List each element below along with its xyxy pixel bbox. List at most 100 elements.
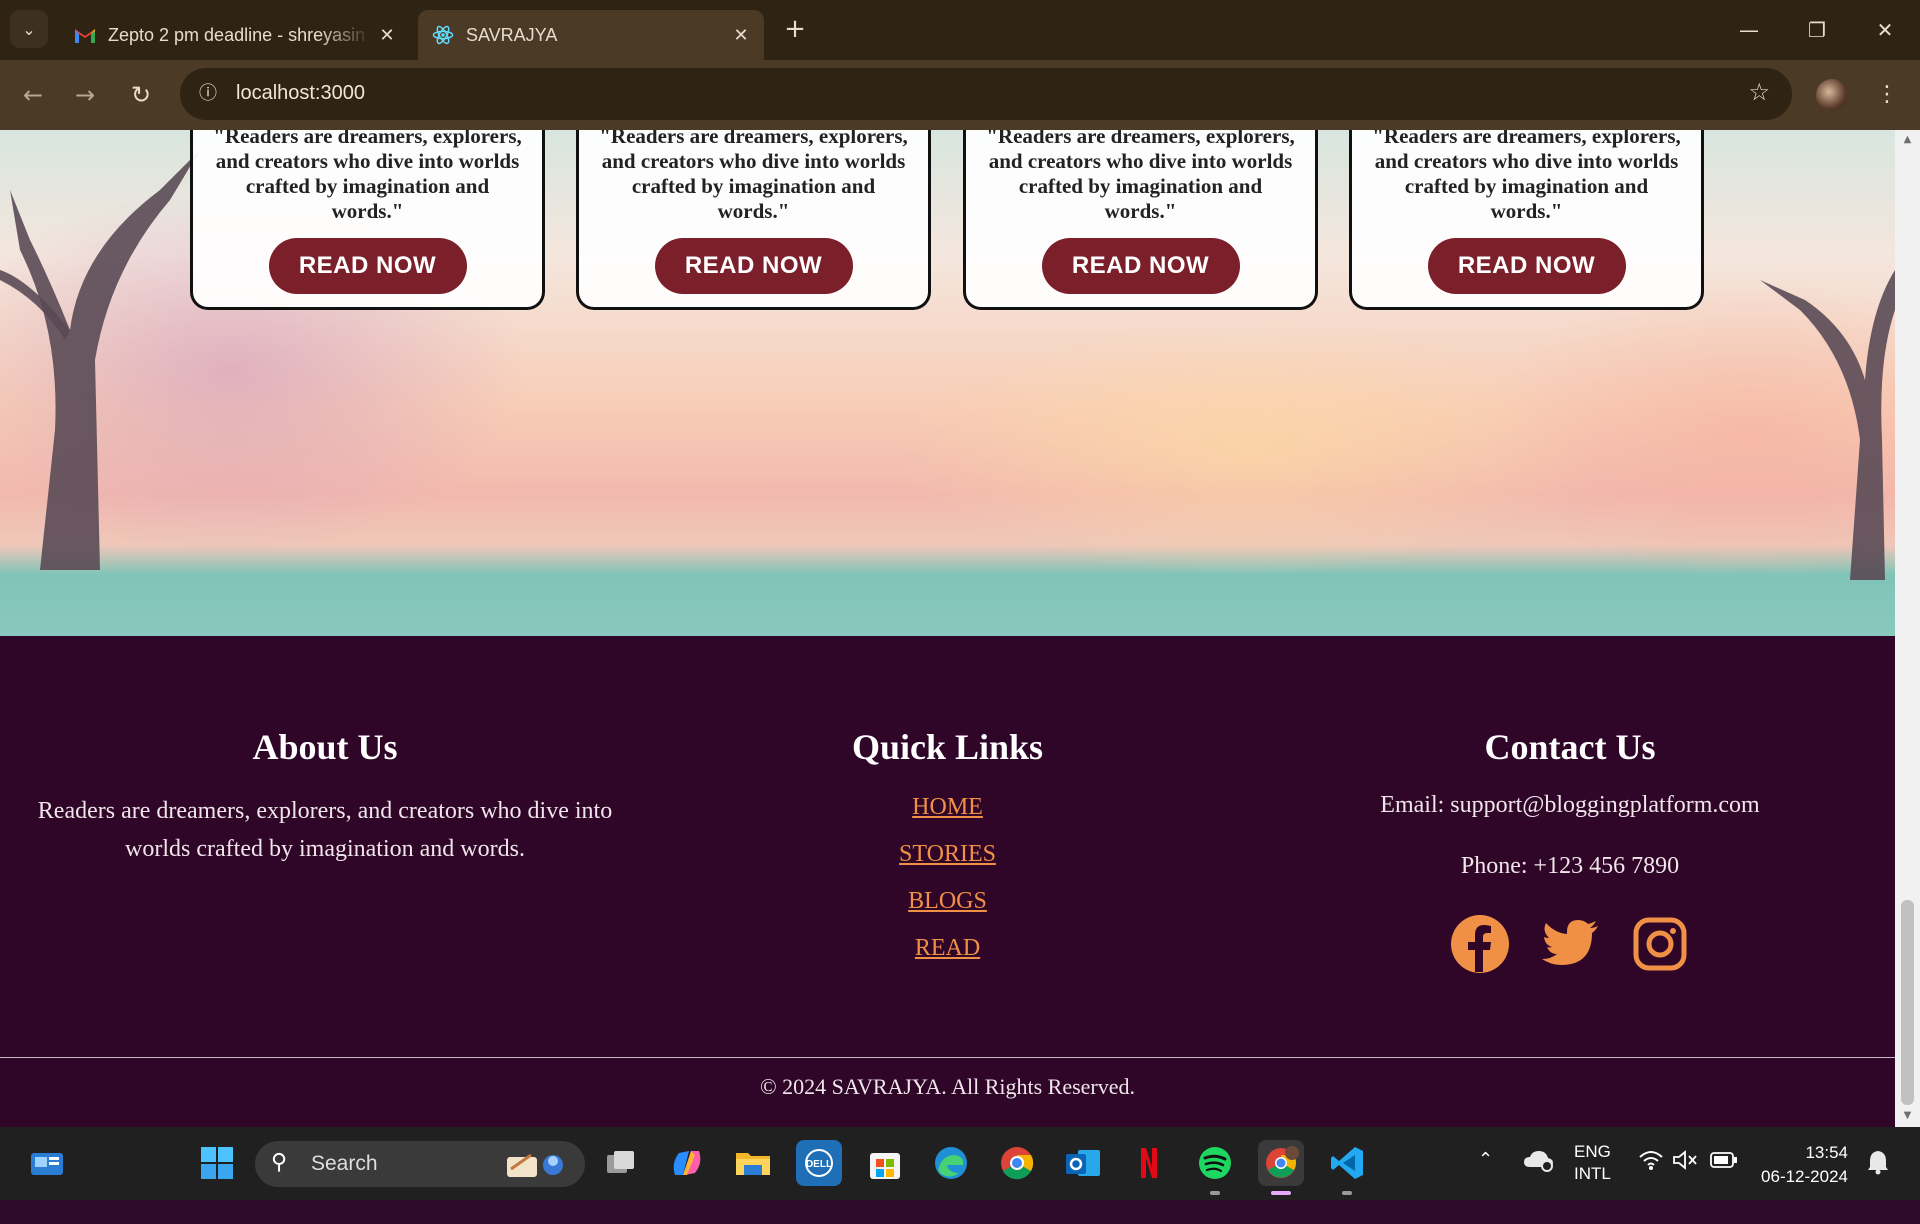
- hero-background: "Readers are dreamers, explorers, and cr…: [0, 130, 1895, 636]
- social-links: [1270, 914, 1870, 974]
- link-read[interactable]: READ: [650, 935, 1245, 962]
- tree-right-illustration: [1760, 270, 1895, 580]
- card-quote: "Readers are dreamers, explorers, and cr…: [599, 130, 908, 223]
- story-card: "Readers are dreamers, explorers, and cr…: [963, 130, 1318, 310]
- chevron-down-icon: ⌄: [22, 19, 36, 39]
- link-stories[interactable]: STORIES: [650, 841, 1245, 868]
- new-tab-button[interactable]: +: [780, 14, 810, 44]
- minimize-button[interactable]: —: [1724, 12, 1774, 48]
- edge-icon[interactable]: [928, 1140, 974, 1186]
- close-icon[interactable]: ✕: [372, 25, 402, 46]
- star-icon[interactable]: ☆: [1748, 78, 1770, 106]
- tab-title: SAVRAJYA: [466, 24, 558, 45]
- battery-icon[interactable]: [1710, 1151, 1738, 1224]
- keyboard-layout: INTL: [1574, 1164, 1611, 1183]
- quick-links-section: Quick Links HOME STORIES BLOGS READ: [650, 726, 1245, 962]
- info-icon[interactable]: ⓘ: [194, 80, 222, 108]
- windows-taskbar: ⚲ Search DELL ⌃ ENG INTL 13:54 06-12-202…: [0, 1127, 1920, 1200]
- instagram-icon[interactable]: [1630, 914, 1690, 974]
- svg-text:DELL: DELL: [806, 1159, 832, 1170]
- tab-title: Zepto 2 pm deadline - shreyasin: [108, 24, 366, 45]
- restore-button[interactable]: ❐: [1792, 12, 1842, 48]
- wifi-icon[interactable]: [1638, 1149, 1664, 1222]
- profile-avatar[interactable]: [1816, 79, 1848, 111]
- taskbar-search[interactable]: ⚲ Search: [255, 1141, 585, 1187]
- outlook-news-icon[interactable]: [24, 1140, 70, 1186]
- chrome-profile-icon[interactable]: [1258, 1140, 1304, 1186]
- address-bar[interactable]: ⓘ localhost:3000 ☆: [180, 68, 1792, 120]
- search-highlight-icon: [501, 1147, 571, 1181]
- file-explorer-icon[interactable]: [730, 1140, 776, 1186]
- arrow-right-icon[interactable]: →: [66, 76, 104, 114]
- running-indicator: [1342, 1191, 1352, 1195]
- url-text[interactable]: localhost:3000: [236, 82, 365, 105]
- card-quote: "Readers are dreamers, explorers, and cr…: [986, 130, 1295, 223]
- contact-section: Contact Us Email: support@bloggingplatfo…: [1270, 726, 1870, 974]
- contact-title: Contact Us: [1484, 727, 1656, 767]
- search-icon: ⚲: [271, 1150, 288, 1175]
- card-quote: "Readers are dreamers, explorers, and cr…: [213, 130, 522, 223]
- read-now-button[interactable]: READ NOW: [268, 238, 467, 294]
- tab-search-button[interactable]: ⌄: [10, 10, 48, 48]
- browser-toolbar: ← → ↻ ⓘ localhost:3000 ☆ ⋮: [0, 60, 1920, 130]
- about-text: Readers are dreamers, explorers, and cre…: [37, 798, 613, 862]
- outlook-icon[interactable]: [1060, 1140, 1106, 1186]
- netflix-icon[interactable]: [1126, 1140, 1172, 1186]
- tab-savrajya[interactable]: SAVRAJYA ✕: [418, 10, 764, 60]
- read-now-button[interactable]: READ NOW: [654, 238, 853, 294]
- tab-strip: ⌄ Zepto 2 pm deadline - shreyasin ✕ SAVR…: [0, 0, 1920, 60]
- contact-phone: Phone: +123 456 7890: [1460, 853, 1680, 879]
- scrollbar-thumb[interactable]: [1901, 900, 1914, 1105]
- reload-icon[interactable]: ↻: [122, 76, 160, 114]
- copilot-icon[interactable]: [664, 1140, 710, 1186]
- running-indicator: [1210, 1191, 1220, 1195]
- contact-email: Email: support@bloggingplatform.com: [1380, 792, 1760, 818]
- copyright-text: © 2024 SAVRAJYA. All Rights Reserved.: [759, 1074, 1136, 1099]
- chrome-icon[interactable]: [994, 1140, 1040, 1186]
- arrow-left-icon[interactable]: ←: [14, 76, 52, 114]
- story-card: "Readers are dreamers, explorers, and cr…: [1349, 130, 1704, 310]
- card-quote: "Readers are dreamers, explorers, and cr…: [1372, 130, 1681, 223]
- clock-date: 06-12-2024: [1761, 1167, 1848, 1186]
- scroll-up-arrow[interactable]: ▲: [1895, 134, 1920, 145]
- read-now-button[interactable]: READ NOW: [1427, 238, 1626, 294]
- task-view-icon[interactable]: [598, 1140, 644, 1186]
- about-title: About Us: [252, 727, 398, 767]
- footer-divider: [0, 1057, 1895, 1058]
- link-blogs[interactable]: BLOGS: [650, 888, 1245, 915]
- page-viewport: "Readers are dreamers, explorers, and cr…: [0, 130, 1895, 1127]
- language-code: ENG: [1574, 1142, 1611, 1161]
- quick-links-title: Quick Links: [851, 727, 1044, 767]
- volume-muted-icon[interactable]: [1672, 1149, 1698, 1222]
- kebab-icon[interactable]: ⋮: [1872, 78, 1902, 112]
- link-home[interactable]: HOME: [650, 794, 1245, 821]
- tab-gmail[interactable]: Zepto 2 pm deadline - shreyasin ✕: [60, 10, 410, 60]
- notification-bell-icon[interactable]: [1866, 1149, 1890, 1222]
- vscode-icon[interactable]: [1324, 1140, 1370, 1186]
- read-now-button[interactable]: READ NOW: [1041, 238, 1240, 294]
- scroll-down-arrow[interactable]: ▼: [1895, 1110, 1920, 1121]
- site-footer: About Us Readers are dreamers, explorers…: [0, 636, 1895, 1127]
- active-indicator: [1271, 1191, 1291, 1195]
- language-indicator[interactable]: ENG INTL: [1574, 1141, 1611, 1214]
- close-icon[interactable]: ✕: [726, 25, 756, 46]
- about-section: About Us Readers are dreamers, explorers…: [20, 726, 630, 868]
- spotify-icon[interactable]: [1192, 1140, 1238, 1186]
- facebook-icon[interactable]: [1450, 914, 1510, 974]
- close-window-button[interactable]: ✕: [1860, 12, 1910, 48]
- gmail-icon: [74, 24, 96, 46]
- onedrive-icon[interactable]: [1522, 1147, 1554, 1220]
- windows-start-icon[interactable]: [194, 1140, 240, 1186]
- story-card: "Readers are dreamers, explorers, and cr…: [190, 130, 545, 310]
- clock[interactable]: 13:54 06-12-2024: [1756, 1141, 1848, 1214]
- twitter-icon[interactable]: [1540, 914, 1600, 974]
- dell-icon[interactable]: DELL: [796, 1140, 842, 1186]
- chevron-up-icon[interactable]: ⌃: [1478, 1149, 1508, 1222]
- browser-chrome: ⌄ Zepto 2 pm deadline - shreyasin ✕ SAVR…: [0, 0, 1920, 130]
- microsoft-store-icon[interactable]: [862, 1140, 908, 1186]
- story-card: "Readers are dreamers, explorers, and cr…: [576, 130, 931, 310]
- react-icon: [432, 24, 454, 46]
- search-label: Search: [311, 1152, 378, 1175]
- page-scrollbar[interactable]: ▲ ▼: [1895, 130, 1920, 1127]
- clock-time: 13:54: [1805, 1143, 1848, 1162]
